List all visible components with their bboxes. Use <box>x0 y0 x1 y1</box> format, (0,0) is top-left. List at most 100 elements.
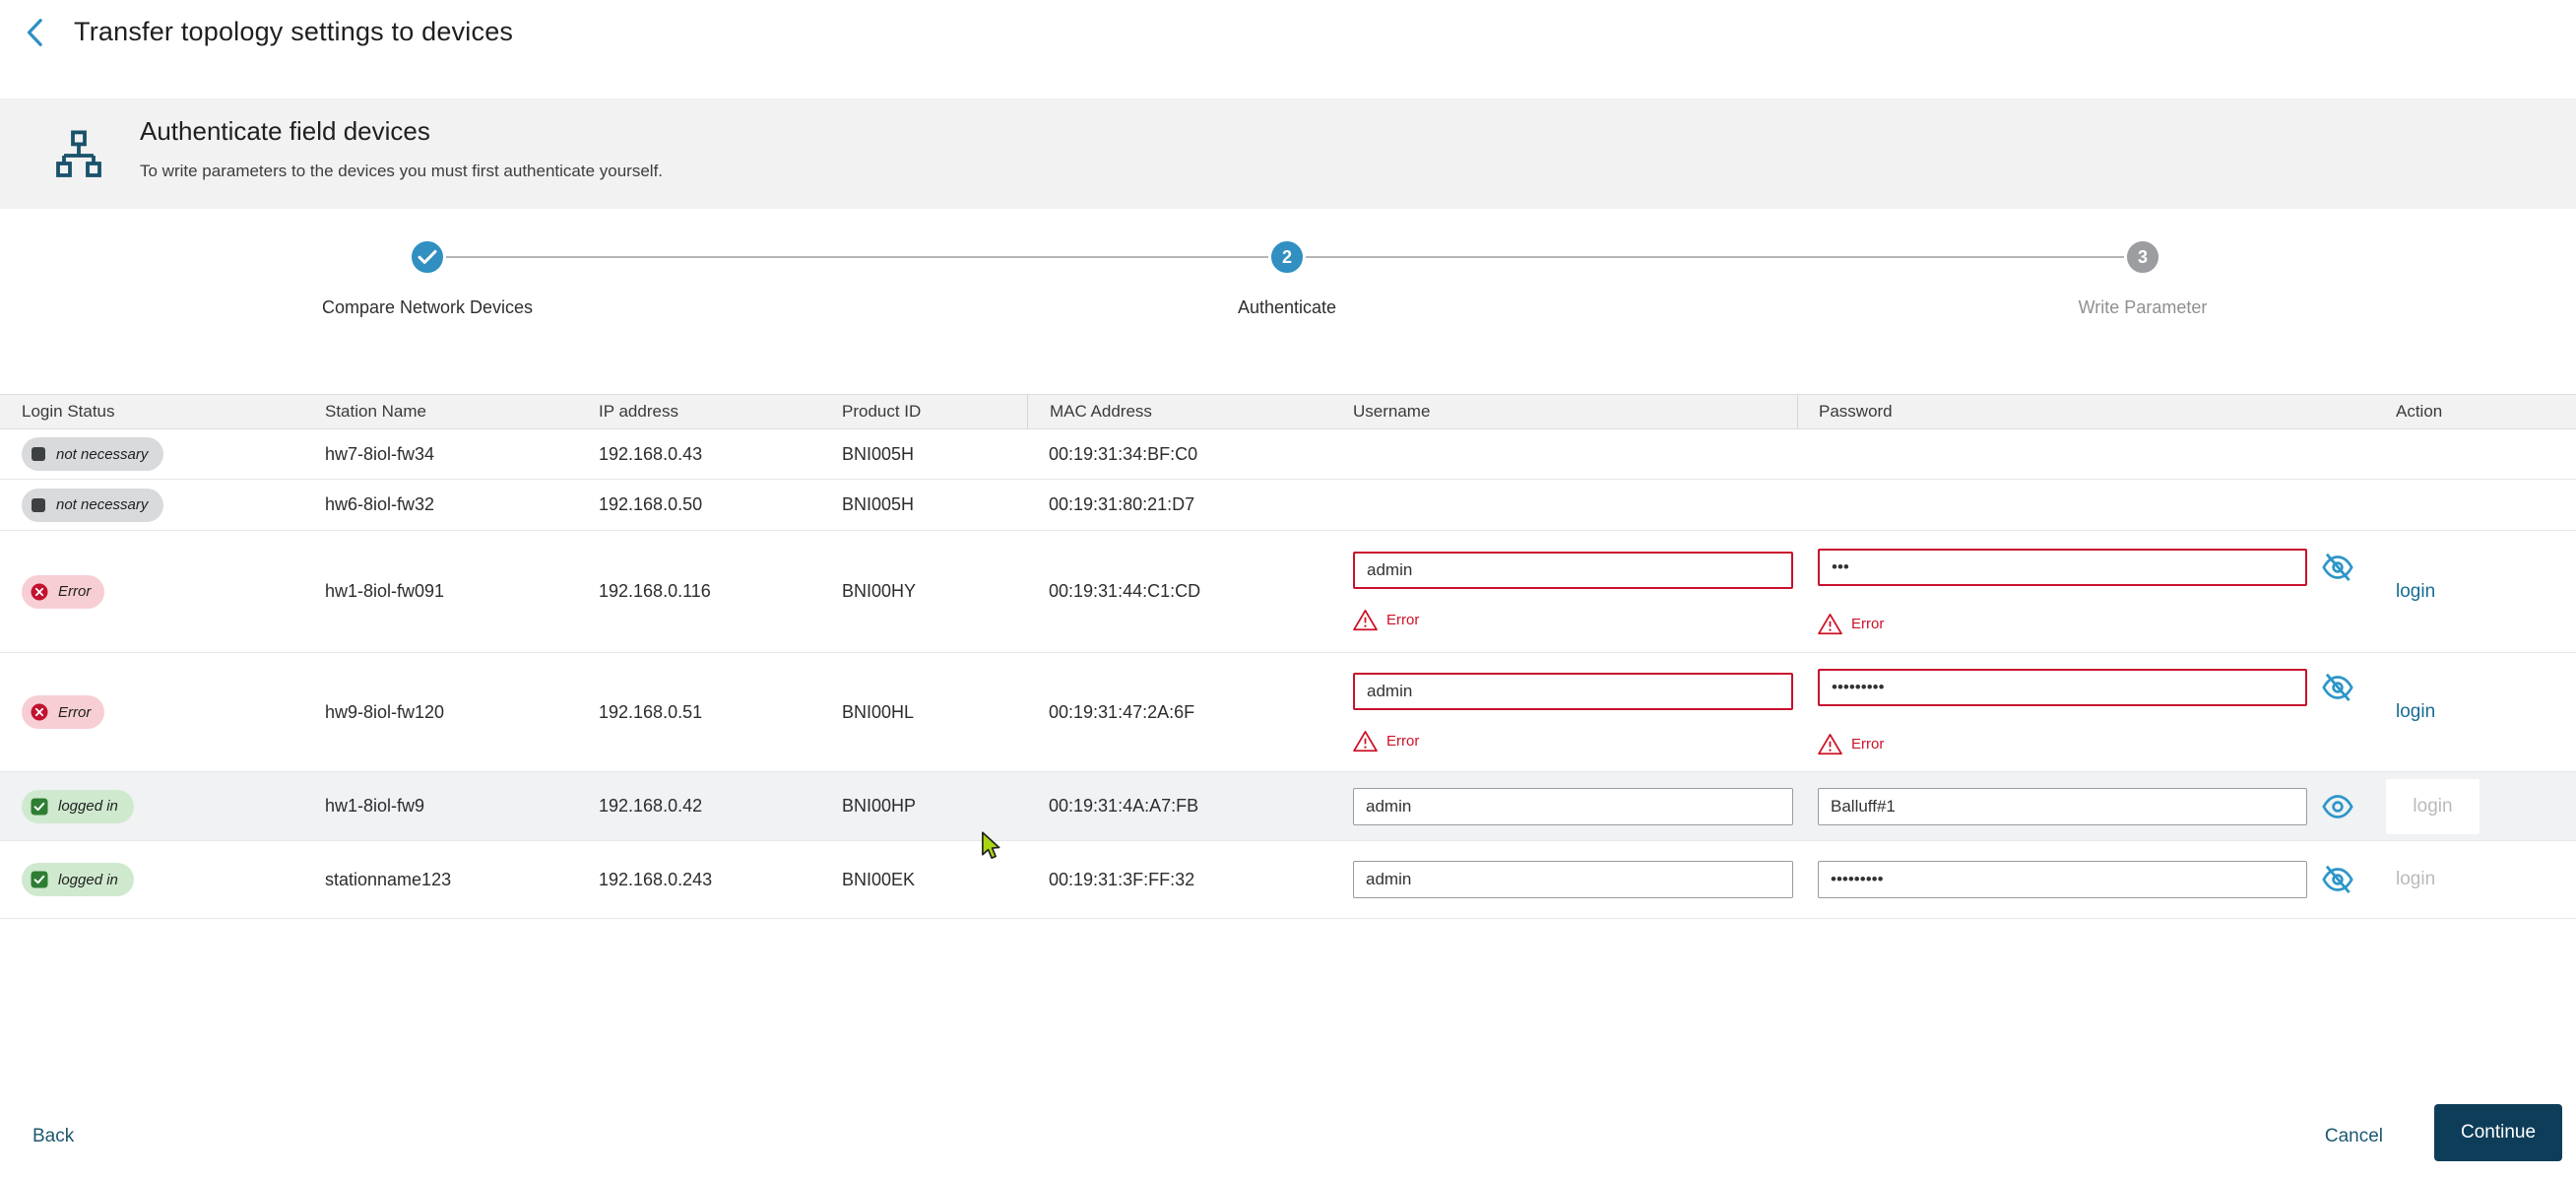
username-error-message: Error <box>1353 730 1793 752</box>
table-row: logged in stationname123 192.168.0.243 BNI0… <box>0 841 2576 919</box>
square-icon <box>32 497 45 512</box>
step-1-label: Compare Network Devices <box>321 297 534 317</box>
product-id: BNI00HL <box>842 701 915 722</box>
username-input[interactable] <box>1353 552 1793 589</box>
cancel-link[interactable]: Cancel <box>2325 1126 2383 1147</box>
status-badge: logged in <box>22 863 134 896</box>
page-header: Transfer topology settings to devices <box>0 0 2576 65</box>
check-square-icon <box>31 871 48 888</box>
table-row: not necessary hw6-8iol-fw32 192.168.0.50 BN… <box>0 480 2576 531</box>
continue-button[interactable]: Continue <box>2434 1104 2562 1161</box>
chevron-left-icon <box>27 19 42 46</box>
password-input[interactable] <box>1818 669 2307 706</box>
status-label: Error <box>58 703 92 721</box>
username-error-message: Error <box>1353 609 1793 631</box>
warning-triangle-icon <box>1818 613 1842 634</box>
status-badge: not necessary <box>22 488 164 522</box>
check-icon <box>418 249 437 264</box>
product-id: BNI005H <box>842 494 915 514</box>
ip-address: 192.168.0.50 <box>599 494 703 514</box>
ip-address: 192.168.0.43 <box>599 443 703 464</box>
column-header-login-status: Login Status <box>22 402 115 421</box>
column-header-mac-address: MAC Address <box>1027 395 1331 428</box>
mac-address: 00:19:31:80:21:D7 <box>1049 494 1195 514</box>
error-text: Error <box>1386 612 1420 628</box>
column-header-ip-address: IP address <box>599 402 678 421</box>
step-2-circle: 2 <box>1268 238 1306 276</box>
hide-password-button[interactable] <box>2317 861 2358 898</box>
password-input[interactable] <box>1818 787 2307 825</box>
login-link[interactable]: login <box>2396 581 2435 603</box>
mac-address: 00:19:31:34:BF:C0 <box>1049 443 1198 464</box>
ip-address: 192.168.0.51 <box>599 701 703 722</box>
banner-subtitle: To write parameters to the devices you m… <box>140 162 664 180</box>
error-text: Error <box>1851 736 1885 752</box>
username-input[interactable] <box>1353 787 1793 825</box>
step-3-number: 3 <box>2137 246 2148 267</box>
banner-title: Authenticate field devices <box>140 116 430 146</box>
step-2-number: 2 <box>1281 246 1292 267</box>
step-3-label: Write Parameter <box>2078 297 2208 317</box>
eye-off-icon <box>2322 673 2353 701</box>
page-title: Transfer topology settings to devices <box>74 17 514 46</box>
check-square-icon <box>31 798 48 815</box>
station-name: hw6-8iol-fw32 <box>325 494 435 514</box>
station-name: hw1-8iol-fw091 <box>325 581 445 601</box>
login-button: login <box>2386 778 2479 834</box>
column-header-product-id: Product ID <box>842 402 922 421</box>
ip-address: 192.168.0.243 <box>599 869 713 889</box>
error-circle-icon <box>31 583 48 600</box>
error-text: Error <box>1386 732 1420 750</box>
back-link[interactable]: Back <box>32 1126 74 1147</box>
info-banner: Authenticate field devices To write para… <box>0 98 2576 209</box>
table-row: not necessary hw7-8iol-fw34 192.168.0.43 BN… <box>0 429 2576 480</box>
login-link: login <box>2413 795 2453 817</box>
mac-address: 00:19:31:4A:A7:FB <box>1049 796 1199 816</box>
mac-address: 00:19:31:44:C1:CD <box>1049 581 1201 601</box>
station-name: hw9-8iol-fw120 <box>325 701 445 722</box>
topology-icon <box>55 130 102 186</box>
station-name: hw1-8iol-fw9 <box>325 796 425 816</box>
product-id: BNI00HP <box>842 796 917 816</box>
column-header-username: Username <box>1353 402 1431 421</box>
mac-address: 00:19:31:3F:FF:32 <box>1049 869 1195 889</box>
error-text: Error <box>1851 615 1885 632</box>
username-input[interactable] <box>1353 672 1793 710</box>
password-input[interactable] <box>1818 548 2307 586</box>
status-label: not necessary <box>56 445 149 463</box>
table-body: not necessary hw7-8iol-fw34 192.168.0.43 BN… <box>0 429 2576 919</box>
warning-triangle-icon <box>1353 610 1378 631</box>
footer: Back Cancel Continue <box>0 1103 2576 1177</box>
password-input[interactable] <box>1818 861 2307 898</box>
hide-password-button[interactable] <box>2317 669 2358 706</box>
mac-address: 00:19:31:47:2A:6F <box>1049 701 1195 722</box>
warning-triangle-icon <box>1818 734 1842 755</box>
username-input[interactable] <box>1353 861 1793 898</box>
station-name: stationname123 <box>325 869 452 889</box>
step-1-circle <box>409 238 446 276</box>
warning-triangle-icon <box>1353 730 1378 752</box>
table-row: Error hw1-8iol-fw091 192.168.0.116 BNI00HY 0… <box>0 531 2576 653</box>
error-circle-icon <box>31 703 48 721</box>
eye-icon <box>2322 794 2353 818</box>
password-error-message: Error <box>1818 613 2358 635</box>
login-link[interactable]: login <box>2396 701 2435 723</box>
eye-off-icon <box>2322 865 2353 893</box>
status-label: logged in <box>58 871 118 888</box>
login-link: login <box>2396 869 2436 889</box>
status-badge: logged in <box>22 789 134 823</box>
ip-address: 192.168.0.42 <box>599 796 703 816</box>
station-name: hw7-8iol-fw34 <box>325 443 435 464</box>
status-label: Error <box>58 583 92 600</box>
hide-password-button[interactable] <box>2317 549 2358 586</box>
status-label: not necessary <box>56 496 149 513</box>
ip-address: 192.168.0.116 <box>599 581 711 601</box>
column-header-station-name: Station Name <box>325 402 426 421</box>
column-header-action: Action <box>2396 402 2443 421</box>
show-password-button[interactable] <box>2317 788 2358 825</box>
back-button[interactable] <box>20 18 49 47</box>
step-3-circle: 3 <box>2124 238 2161 276</box>
table-row: logged in hw1-8iol-fw9 192.168.0.42 BNI00HP… <box>0 772 2576 841</box>
stepper: Compare Network Devices 2 Authenticate 3… <box>0 238 2576 332</box>
product-id: BNI005H <box>842 443 915 464</box>
